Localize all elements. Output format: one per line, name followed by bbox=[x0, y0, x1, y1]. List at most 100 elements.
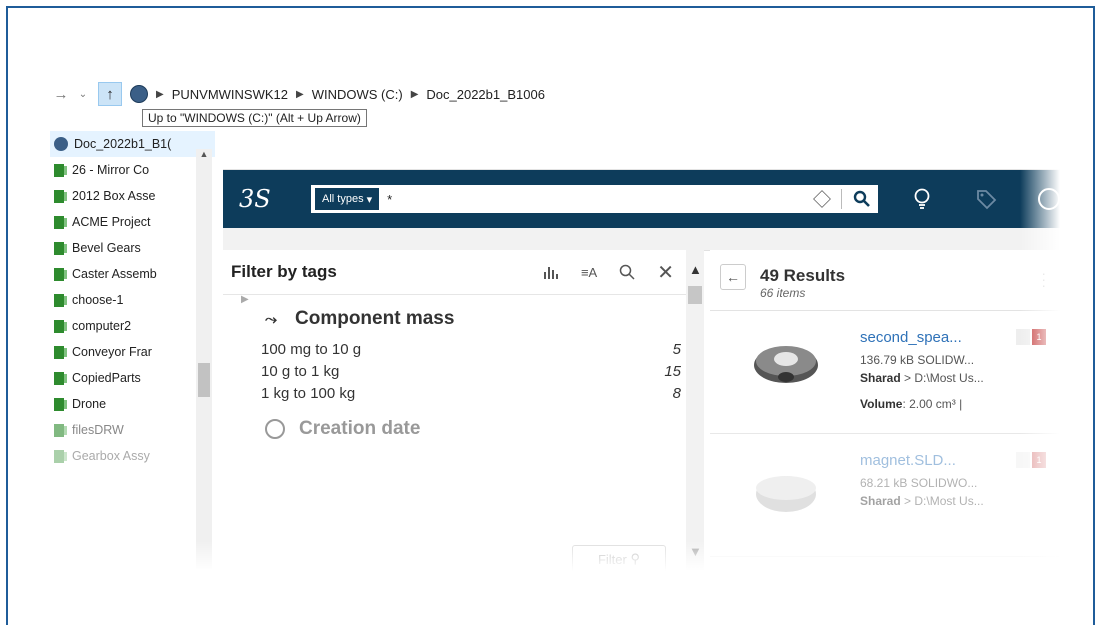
tag-row[interactable]: 1 kg to 100 kg 8 bbox=[261, 382, 681, 404]
3d-shape-icon[interactable] bbox=[813, 190, 831, 208]
scroll-thumb[interactable] bbox=[688, 286, 702, 304]
result-name[interactable]: magnet.SLD... bbox=[860, 452, 956, 469]
tag-row[interactable]: 10 g to 1 kg 15 bbox=[261, 360, 681, 382]
chevron-right-icon: ▶ bbox=[410, 88, 419, 100]
section-title: Component mass bbox=[295, 308, 455, 329]
divider bbox=[841, 189, 842, 209]
tree-item[interactable]: filesDRW bbox=[50, 417, 215, 443]
section-header[interactable]: ⤳ Component mass bbox=[265, 306, 683, 332]
search-icon bbox=[853, 190, 870, 207]
arrow-left-icon: ← bbox=[726, 269, 740, 285]
tree-root[interactable]: Doc_2022b1_B1( bbox=[50, 131, 215, 157]
tag-count: 15 bbox=[664, 362, 681, 380]
filter-button[interactable]: Filter ⚲ bbox=[572, 545, 666, 571]
tree-item-label: 2012 Box Asse bbox=[72, 189, 156, 203]
owner: Sharad bbox=[860, 494, 901, 508]
section-header[interactable]: Creation date bbox=[265, 418, 683, 440]
assembly-icon bbox=[54, 215, 67, 229]
breadcrumb-computer[interactable]: PUNVMWINSWK12 bbox=[172, 87, 288, 102]
scroll-up-icon[interactable]: ▲ bbox=[689, 262, 702, 277]
results-panel: ← 49 Results 66 items · · · second_spea...… bbox=[710, 250, 1060, 571]
assembly-icon bbox=[54, 397, 67, 411]
tree-item[interactable]: computer2 bbox=[50, 313, 215, 339]
lightbulb-icon[interactable] bbox=[913, 188, 931, 210]
scroll-down-icon[interactable]: ▼ bbox=[689, 544, 702, 559]
bar-chart-icon[interactable] bbox=[543, 265, 559, 279]
status-icon bbox=[1016, 329, 1030, 345]
branch-icon: ⤳ bbox=[265, 310, 278, 328]
tag-section-mass: ⤳ Component mass 100 mg to 10 g 5 10 g to… bbox=[243, 306, 683, 440]
tree-item[interactable]: CopiedParts bbox=[50, 365, 215, 391]
result-item[interactable]: magnet.SLD... 1 68.21 kB SOLIDWO... Shar… bbox=[710, 434, 1060, 557]
tree-item-label: Drone bbox=[72, 397, 107, 411]
result-size: 68.21 kB SOLIDWO... bbox=[860, 476, 978, 490]
assembly-icon bbox=[54, 189, 67, 203]
results-count: 49 Results bbox=[760, 266, 846, 285]
result-item[interactable]: second_spea... 1 136.79 kB SOLIDW... Sha… bbox=[710, 311, 1060, 434]
breadcrumb-folder[interactable]: Doc_2022b1_B1006 bbox=[426, 87, 545, 102]
results-items: 66 items bbox=[760, 286, 806, 300]
recent-dropdown-icon[interactable]: ⌄ bbox=[72, 89, 94, 100]
search-input[interactable]: * bbox=[387, 192, 813, 207]
part-thumbnail bbox=[756, 476, 816, 512]
arrow-up-icon: ↑ bbox=[106, 85, 114, 103]
revision-badge: 1 bbox=[1032, 452, 1046, 468]
tree-item[interactable]: choose-1 bbox=[50, 287, 215, 313]
tree-item[interactable]: Bevel Gears bbox=[50, 235, 215, 261]
owner: Sharad bbox=[860, 371, 901, 385]
tree-item[interactable]: 2012 Box Asse bbox=[50, 183, 215, 209]
section-title: Creation date bbox=[299, 418, 421, 439]
search-button[interactable] bbox=[850, 187, 874, 211]
assembly-icon bbox=[54, 319, 67, 333]
user-avatar-icon[interactable] bbox=[1038, 188, 1060, 210]
tree-item[interactable]: Caster Assemb bbox=[50, 261, 215, 287]
top-strip bbox=[223, 131, 1060, 170]
filter-button-label: Filter bbox=[597, 551, 627, 567]
up-button[interactable]: ↑ bbox=[98, 82, 122, 106]
result-name[interactable]: second_spea... bbox=[860, 329, 962, 346]
result-location: Sharad > D:\Most Us... bbox=[860, 494, 984, 508]
expand-arrow-icon[interactable]: ▶ bbox=[241, 294, 249, 305]
close-icon[interactable]: ✕ bbox=[657, 260, 674, 285]
address-bar: → ⌄ ↑ ▶ PUNVMWINSWK12 ▶ WINDOWS (C:) ▶ D… bbox=[50, 79, 1060, 109]
type-selector[interactable]: All types ▾ bbox=[315, 188, 380, 210]
back-button[interactable]: ← bbox=[720, 264, 746, 290]
filter-title: Filter by tags bbox=[231, 262, 337, 281]
scroll-up-icon[interactable]: ▲ bbox=[196, 149, 212, 163]
tree-item-label: filesDRW bbox=[72, 423, 124, 437]
assembly-icon bbox=[54, 293, 67, 307]
forward-icon[interactable]: → bbox=[50, 86, 72, 103]
assembly-icon bbox=[54, 449, 67, 463]
breadcrumb-drive[interactable]: WINDOWS (C:) bbox=[312, 87, 403, 102]
search-box[interactable]: All types ▾ * bbox=[311, 185, 878, 213]
tree-item[interactable]: ACME Project bbox=[50, 209, 215, 235]
network-icon bbox=[54, 137, 68, 151]
volume-label: Volume bbox=[860, 397, 903, 411]
path: > D:\Most Us... bbox=[904, 494, 984, 508]
tree-item-label: Gearbox Assy bbox=[72, 449, 150, 463]
tree-item[interactable]: 26 - Mirror Co bbox=[50, 157, 215, 183]
assembly-icon bbox=[54, 371, 67, 385]
result-location: Sharad > D:\Most Us... bbox=[860, 371, 984, 385]
tag-row[interactable]: 100 mg to 10 g 5 bbox=[261, 338, 681, 360]
part-thumbnail bbox=[754, 346, 818, 383]
sort-alpha-icon[interactable]: ≡A bbox=[581, 265, 597, 280]
tree-item-label: Bevel Gears bbox=[72, 241, 141, 255]
status-icon bbox=[1016, 452, 1030, 468]
tree-item[interactable]: Drone bbox=[50, 391, 215, 417]
more-icon[interactable]: · · · bbox=[1041, 266, 1046, 292]
tree-item-label: ACME Project bbox=[72, 215, 151, 229]
tree-item-label: choose-1 bbox=[72, 293, 124, 307]
app-panel: 3S All types ▾ * Filter by tags ≡A ✕ ▶ ⤳… bbox=[223, 131, 1060, 571]
tag-label: 100 mg to 10 g bbox=[261, 340, 362, 358]
scroll-thumb[interactable] bbox=[198, 363, 210, 397]
tag-icon[interactable] bbox=[975, 188, 997, 210]
path: > D:\Most Us... bbox=[904, 371, 984, 385]
volume-value: : 2.00 cm³ | bbox=[902, 397, 963, 411]
tree-item[interactable]: Gearbox Assy bbox=[50, 443, 215, 469]
search-icon[interactable] bbox=[619, 264, 635, 280]
tree-scrollbar[interactable]: ▲ bbox=[196, 149, 212, 569]
tree-item[interactable]: Conveyor Frar bbox=[50, 339, 215, 365]
folder-tree: Doc_2022b1_B1( 26 - Mirror Co 2012 Box A… bbox=[50, 131, 215, 571]
filter-scrollbar[interactable]: ▲ ▼ bbox=[686, 250, 704, 571]
